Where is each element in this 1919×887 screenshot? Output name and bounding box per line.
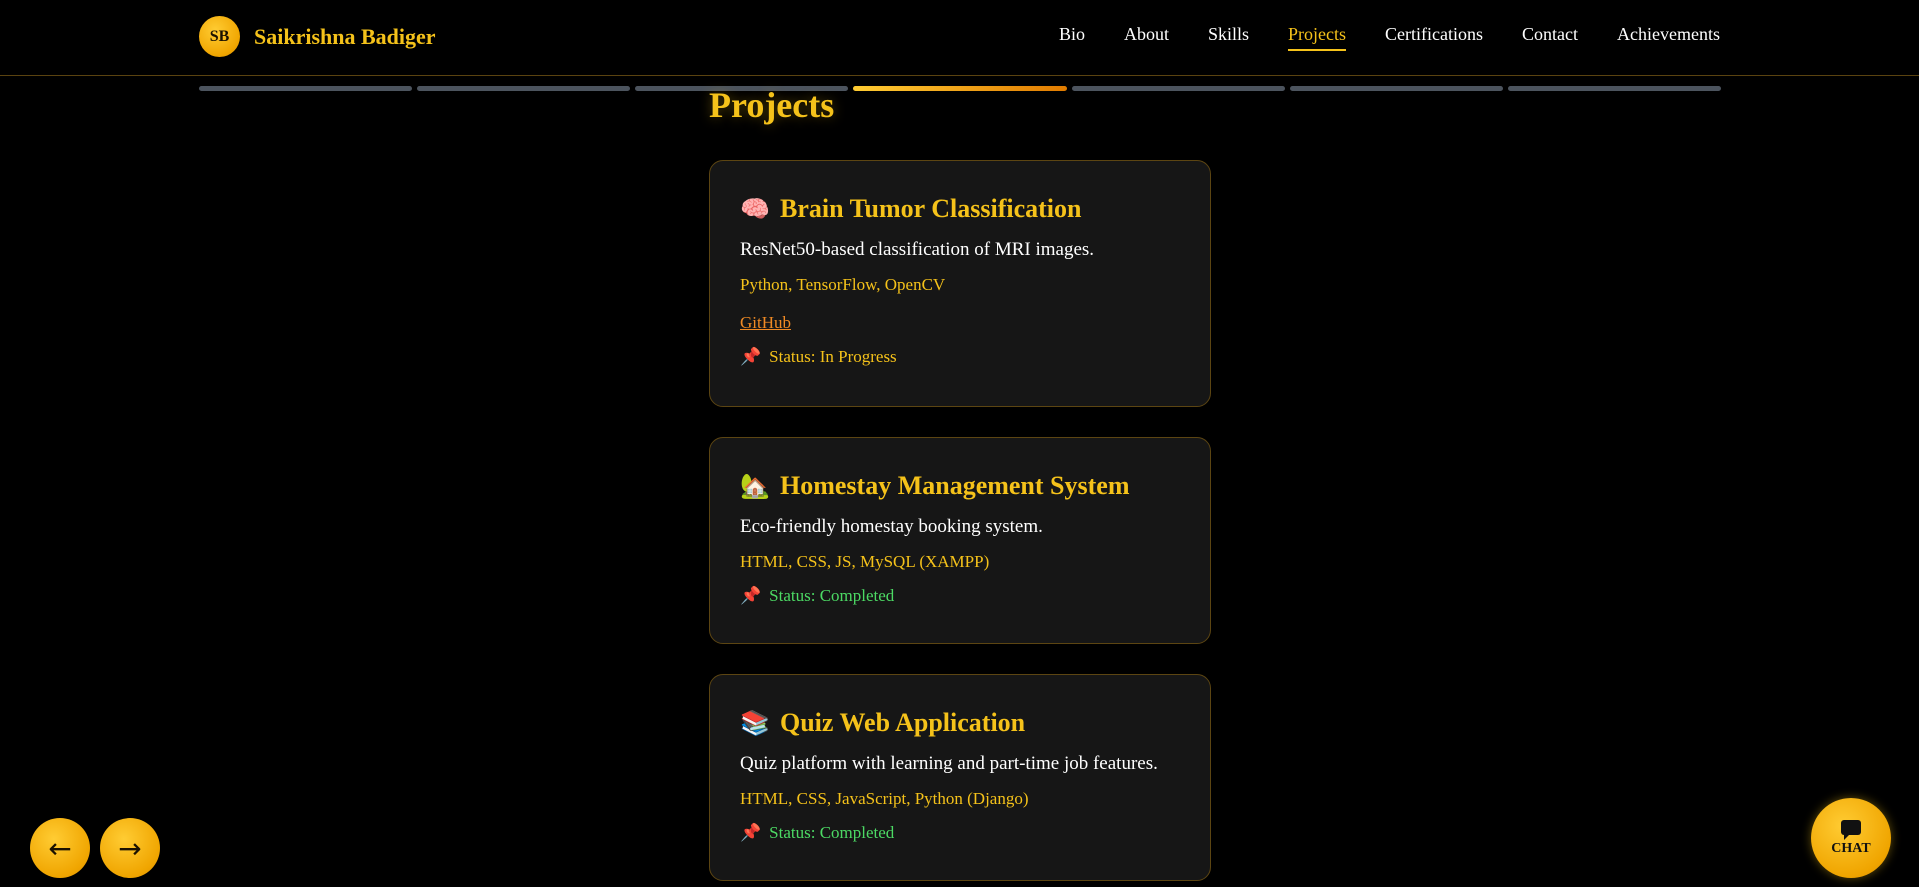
project-tech-stack: HTML, CSS, JavaScript, Python (Django) [740,789,1029,808]
nav-item-certifications[interactable]: Certifications [1385,24,1483,51]
project-title-text: Homestay Management System [780,471,1130,500]
next-section-button[interactable]: → [100,818,160,878]
progress-segment[interactable] [1507,86,1721,91]
chat-label: CHAT [1831,840,1871,856]
nav-item-achievements[interactable]: Achievements [1617,24,1720,51]
status-text: Status: Completed [769,586,895,605]
project-title-text: Quiz Web Application [780,708,1026,737]
project-status: 📌 Status: Completed [740,823,1180,843]
section-progress-bar [199,86,1721,91]
github-link[interactable]: GitHub [740,313,791,333]
brain-icon: 🧠 [740,196,770,223]
pin-icon: 📌 [740,347,762,366]
project-description: Quiz platform with learning and part-tim… [740,753,1158,774]
project-title: 📚 Quiz Web Application [740,708,1180,738]
progress-segment[interactable] [199,86,413,91]
project-description: Eco-friendly homestay booking system. [740,516,1043,537]
pin-icon: 📌 [740,823,762,842]
logo-badge: SB [199,16,240,57]
project-status: 📌 Status: Completed [740,586,1180,606]
progress-segment-active[interactable] [853,86,1067,91]
top-navbar: SB Saikrishna Badiger Bio About Skills P… [0,0,1919,76]
chat-bubble-icon [1841,819,1861,840]
nav-item-about[interactable]: About [1124,24,1169,51]
progress-segment[interactable] [417,86,631,91]
arrow-right-icon: → [118,831,142,865]
brand-name: Saikrishna Badiger [254,23,436,49]
project-tech-stack: Python, TensorFlow, OpenCV [740,275,946,294]
main-nav: Bio About Skills Projects Certifications… [1059,24,1720,51]
project-title-text: Brain Tumor Classification [780,194,1082,223]
nav-item-bio[interactable]: Bio [1059,24,1085,51]
status-text: Status: In Progress [769,347,897,366]
project-tech-stack: HTML, CSS, JS, MySQL (XAMPP) [740,552,990,571]
nav-item-projects[interactable]: Projects [1288,24,1347,51]
project-description: ResNet50-based classification of MRI ima… [740,239,1095,260]
pin-icon: 📌 [740,586,762,605]
brand[interactable]: SB Saikrishna Badiger [199,16,436,57]
arrow-left-icon: ← [48,831,72,865]
house-icon: 🏡 [740,473,770,500]
chat-button[interactable]: CHAT [1811,798,1891,878]
prev-section-button[interactable]: ← [30,818,90,878]
nav-item-skills[interactable]: Skills [1208,24,1249,51]
books-icon: 📚 [740,710,770,737]
project-card-brain-tumor: 🧠 Brain Tumor Classification ResNet50-ba… [709,160,1211,407]
project-title: 🏡 Homestay Management System [740,471,1180,501]
project-card-homestay: 🏡 Homestay Management System Eco-friendl… [709,437,1211,644]
project-title: 🧠 Brain Tumor Classification [740,194,1180,224]
nav-item-contact[interactable]: Contact [1522,24,1578,51]
status-text: Status: Completed [769,823,895,842]
progress-segment[interactable] [1289,86,1503,91]
project-card-quiz: 📚 Quiz Web Application Quiz platform wit… [709,674,1211,881]
section-title: Projects [709,85,835,125]
project-status: 📌 Status: In Progress [740,347,1180,367]
progress-segment[interactable] [1071,86,1285,91]
